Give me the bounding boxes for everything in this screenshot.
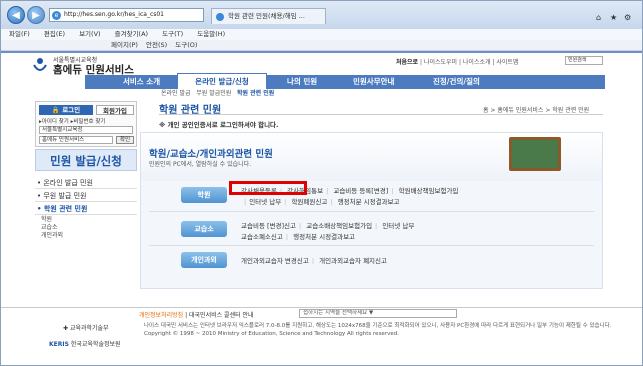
forward-button[interactable]: ▶ bbox=[27, 6, 45, 24]
cat-private[interactable]: 개인과외 bbox=[181, 252, 227, 268]
footer-notice: 나이스 대국민 서비스는 인터넷 브라우저 익스플로러 7.0-8.0를 지원하… bbox=[144, 323, 612, 329]
link-fee-register[interactable]: 교습비등 등록[변경] bbox=[333, 187, 388, 195]
link-tutoring-pay[interactable]: 인터넷 납부 bbox=[382, 222, 414, 230]
menu-favorites[interactable]: 즐겨찾기(A) bbox=[115, 30, 148, 38]
blackboard-illustration bbox=[509, 137, 561, 171]
login-box: 🔒 로그인 회원가입 ▸아이디 찾기 ▸비밀번호 찾기 서울특별시교육청 홈에듀… bbox=[35, 101, 137, 147]
cmd-tools[interactable]: 도구(O) bbox=[175, 41, 197, 49]
left-sidebar: 🔒 로그인 회원가입 ▸아이디 찾기 ▸비밀번호 찾기 서울특별시교육청 홈에듀… bbox=[35, 101, 137, 251]
util-home[interactable]: 처음으로 bbox=[396, 59, 418, 66]
menu-file[interactable]: 파일(F) bbox=[9, 30, 30, 38]
left-menu-academy[interactable]: • 학원 관련 민원 bbox=[35, 203, 137, 215]
panel-subtitle: 민원인의 PC에서, 열람하실 수 있습니다. bbox=[149, 161, 252, 168]
title-divider bbox=[159, 114, 603, 115]
footer-line bbox=[1, 307, 642, 308]
office-select[interactable]: 서울특별시교육청 bbox=[39, 126, 133, 134]
mest-logo: ✚ 교육과학기술부 bbox=[63, 325, 109, 332]
cat-tutoring[interactable]: 교습소 bbox=[181, 221, 227, 237]
breadcrumb: 홈 > 홈에듀 민원서비스 > 학원 관련 민원 bbox=[483, 107, 590, 114]
page-icon bbox=[216, 13, 224, 21]
menu-bar: 파일(F) 편집(E) 보기(V) 즐겨찾기(A) 도구(T) 도움말(H) bbox=[1, 29, 642, 40]
link-insurance[interactable]: 학원배상책임보험가입 bbox=[399, 187, 459, 195]
tutoring-row1: 교습비등 [변경]신고 | 교습소배상책임보험가입 | 인터넷 납부 bbox=[241, 222, 415, 230]
find-pw-link[interactable]: 비밀번호 찾기 bbox=[73, 119, 105, 125]
home-icon[interactable]: ⌂ bbox=[596, 13, 601, 25]
global-nav: 서비스 소개 온라인 발급/신청 나의 민원 민원사무안내 진정/건의/질의 bbox=[85, 73, 605, 89]
gnb-online-issue[interactable]: 온라인 발급/신청 bbox=[177, 73, 267, 89]
header-line bbox=[1, 51, 642, 53]
left-sub-private[interactable]: 개인과외 bbox=[41, 232, 63, 240]
link-tutoring-insurance[interactable]: 교습소배상책임보험가입 bbox=[306, 222, 372, 230]
menu-edit[interactable]: 편집(E) bbox=[44, 30, 65, 38]
gear-icon[interactable]: ⚙ bbox=[624, 13, 631, 25]
left-menu-free[interactable]: • 무원 발급 민원 bbox=[35, 190, 137, 202]
sub-nav: 온라인 발급 무원 발급민원 학원 관련 민원 bbox=[161, 88, 461, 97]
command-bar: 페이지(P) 안전(S) 도구(O) bbox=[1, 40, 642, 51]
tab-current[interactable]: 학원 관련 민원(채용/해임 ... bbox=[211, 8, 326, 24]
gnb-petition[interactable]: 진정/건의/질의 bbox=[433, 75, 480, 89]
privacy-link[interactable]: 개인정보처리방침 bbox=[139, 312, 183, 319]
back-button[interactable]: ◀ bbox=[7, 6, 25, 24]
link-private-change[interactable]: 개인과외교습자 변경신고 bbox=[241, 257, 309, 265]
footer-links: 개인정보처리방침 | 대국민서비스 콜센터 안내 bbox=[139, 312, 254, 319]
utility-links: 처음으로 | 나이스도우미 | 나이스소개 | 사이트맵 bbox=[396, 59, 519, 66]
footer-info: 나이스 대국민 서비스는 인터넷 브라우저 익스플로러 7.0-8.0를 지원하… bbox=[144, 323, 614, 338]
service-panel: 학원/교습소/개인과외관련 민원 민원인의 PC에서, 열람하실 수 있습니다.… bbox=[140, 132, 603, 289]
link-tutoring-close[interactable]: 교습소폐소신고 bbox=[241, 233, 283, 241]
ie-icon: e bbox=[52, 11, 61, 20]
util-helper[interactable]: 나이스도우미 bbox=[424, 59, 457, 66]
subnav-online[interactable]: 온라인 발급 bbox=[161, 90, 191, 97]
util-about[interactable]: 나이스소개 bbox=[463, 59, 491, 66]
subnav-academy[interactable]: 학원 관련 민원 bbox=[237, 90, 274, 97]
copyright: Copyright © 1998 ~ 2010 Ministry of Educ… bbox=[144, 330, 399, 337]
link-correction-report[interactable]: 행정처분 시정결과보고 bbox=[338, 198, 400, 206]
find-id-link[interactable]: 아이디 찾기 bbox=[42, 119, 69, 125]
menu-view[interactable]: 보기(V) bbox=[79, 30, 100, 38]
panel-header: 학원/교습소/개인과외관련 민원 민원인의 PC에서, 열람하실 수 있습니다. bbox=[141, 133, 602, 181]
browser-titlebar: ◀ ▶ e http://hes.sen.go.kr/hes_ica_cs01 학… bbox=[1, 1, 642, 29]
academy-row2: | 인터넷 납부 | 학원폐원신고 | 행정처분 시정결과보고 bbox=[244, 198, 400, 206]
util-sitemap[interactable]: 사이트맵 bbox=[496, 59, 518, 66]
link-tutoring-correction[interactable]: 행정처분 시정결과보고 bbox=[293, 233, 355, 241]
login-button[interactable]: 🔒 로그인 bbox=[39, 105, 93, 115]
site-search[interactable]: 민원검색 bbox=[565, 56, 603, 65]
highlight-box bbox=[229, 181, 307, 195]
left-sub-tutoring[interactable]: 교습소 bbox=[41, 224, 58, 232]
logo-icon bbox=[33, 58, 47, 71]
gnb-service-intro[interactable]: 서비스 소개 bbox=[123, 75, 160, 89]
menu-help[interactable]: 도움말(H) bbox=[197, 30, 225, 38]
gnb-guide[interactable]: 민원사무안내 bbox=[353, 75, 394, 89]
join-button[interactable]: 회원가입 bbox=[96, 105, 134, 115]
address-bar[interactable]: e http://hes.sen.go.kr/hes_ica_cs01 bbox=[49, 8, 204, 22]
browser-window: ◀ ▶ e http://hes.sen.go.kr/hes_ica_cs01 학… bbox=[0, 0, 643, 366]
subnav-free[interactable]: 무원 발급민원 bbox=[196, 90, 231, 97]
gnb-my-civil[interactable]: 나의 민원 bbox=[287, 75, 317, 89]
link-internet-pay[interactable]: 인터넷 납부 bbox=[249, 198, 281, 206]
keris-logo: KERIS 한국교육학술정보원 bbox=[49, 341, 121, 348]
service-select[interactable]: 홈에듀 민원서비스 bbox=[39, 136, 113, 144]
menu-tools[interactable]: 도구(T) bbox=[162, 30, 183, 38]
find-links: ▸아이디 찾기 ▸비밀번호 찾기 bbox=[39, 119, 106, 125]
divider bbox=[149, 211, 594, 212]
link-private-close[interactable]: 개인과외교습자 폐지신고 bbox=[319, 257, 387, 265]
cat-academy[interactable]: 학원 bbox=[181, 187, 227, 203]
callcenter-link[interactable]: 대국민서비스 콜센터 안내 bbox=[189, 312, 254, 319]
divider bbox=[149, 245, 594, 246]
left-sub-academy[interactable]: 학원 bbox=[41, 216, 52, 224]
left-menu-online[interactable]: • 온라인 발급 민원 bbox=[35, 177, 137, 189]
star-icon[interactable]: ★ bbox=[610, 13, 617, 25]
notice-text: ※ 개인 공인인증서로 로그인하셔야 합니다. bbox=[159, 121, 279, 129]
link-tutoring-fee[interactable]: 교습비등 [변경]신고 bbox=[241, 222, 296, 230]
confirm-button[interactable]: 확인 bbox=[116, 136, 134, 144]
panel-title: 학원/교습소/개인과외관련 민원 bbox=[149, 149, 273, 160]
cmd-safety[interactable]: 안전(S) bbox=[146, 41, 167, 49]
region-select[interactable]: 접하시는 지역을 선택하세요 ▼ bbox=[299, 309, 457, 318]
private-row1: 개인과외교습자 변경신고 | 개인과외교습자 폐지신고 bbox=[241, 257, 387, 265]
cmd-page[interactable]: 페이지(P) bbox=[111, 41, 138, 49]
tutoring-row2: 교습소폐소신고 | 행정처분 시정결과보고 bbox=[241, 233, 356, 241]
left-menu-title: 민원 발급/신청 bbox=[35, 149, 137, 171]
link-close-academy[interactable]: 학원폐원신고 bbox=[291, 198, 327, 206]
